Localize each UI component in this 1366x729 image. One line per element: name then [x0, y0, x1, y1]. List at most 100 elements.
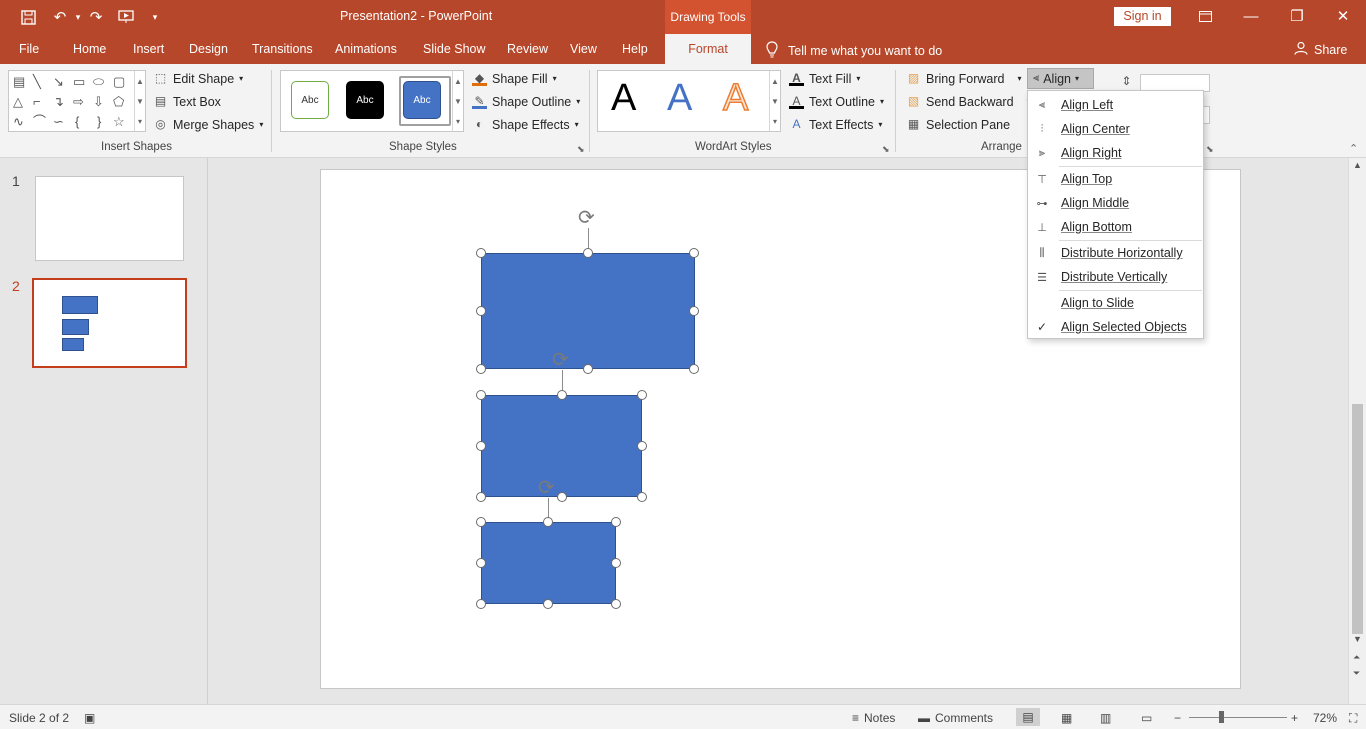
bring-forward-button[interactable]: ▨ Bring Forward ▾ — [906, 71, 1022, 86]
close-icon[interactable]: ✕ — [1332, 6, 1354, 26]
scroll-down-icon[interactable]: ▼ — [1353, 634, 1362, 644]
fit-to-window-icon[interactable]: ⛶ — [1349, 711, 1357, 726]
shapes-gallery[interactable]: ▤ ╲ ↘ ▭ ⬭ ▢ △ ⌐ ↴ ⇨ ⇩ ⬠ ∿ ⌒ ∽ { } ☆ ▲ ▼ ▾ — [8, 70, 146, 132]
tab-help[interactable]: Help — [622, 42, 648, 56]
oval-shape-icon[interactable]: ⬭ — [93, 75, 104, 88]
textbox-shape-icon[interactable]: ▤ — [13, 75, 25, 88]
triangle-shape-icon[interactable]: △ — [13, 95, 23, 108]
zoom-slider-knob[interactable] — [1219, 711, 1224, 723]
rotate-handle-icon[interactable]: ⟳ — [578, 208, 595, 228]
menu-item-align-middle[interactable]: ⊶ Align Middle — [1028, 191, 1203, 215]
shape-effects-button[interactable]: ◐ Shape Effects ▾ — [472, 117, 579, 132]
menu-item-align-left[interactable]: ⫷ Align Left — [1028, 93, 1203, 117]
resize-handle[interactable] — [476, 306, 486, 316]
align-button[interactable]: ⫷ Align ▾ — [1027, 68, 1094, 89]
text-effects-button[interactable]: A Text Effects ▾ — [789, 117, 882, 132]
resize-handle[interactable] — [476, 558, 486, 568]
freeform-shape-icon[interactable]: ⬠ — [113, 95, 124, 108]
customize-qat-icon[interactable]: ▾ — [145, 7, 165, 27]
dialog-launcher-icon[interactable]: ⬊ — [882, 144, 890, 155]
slide-sorter-icon[interactable]: ▦ — [1061, 711, 1072, 725]
resize-handle[interactable] — [689, 306, 699, 316]
menu-item-distribute-horizontally[interactable]: ⫼ Distribute Horizontally — [1028, 241, 1203, 265]
zoom-slider[interactable] — [1189, 717, 1287, 718]
arrow-line-shape-icon[interactable]: ↘ — [53, 75, 64, 88]
resize-handle[interactable] — [557, 390, 567, 400]
shape-fill-button[interactable]: ◆ Shape Fill ▾ — [472, 71, 557, 86]
text-box-button[interactable]: ▤ Text Box — [153, 94, 221, 109]
rectangle-shape-1[interactable] — [481, 253, 695, 369]
resize-handle[interactable] — [476, 248, 486, 258]
undo-icon[interactable]: ↶ — [50, 7, 70, 27]
elbow-connector-icon[interactable]: ⌐ — [33, 95, 41, 108]
slide-thumbnail-2[interactable] — [32, 278, 187, 368]
shape-style-outline[interactable]: Abc — [291, 81, 329, 119]
resize-handle[interactable] — [637, 441, 647, 451]
scroll-up-icon[interactable]: ▲ — [1353, 160, 1362, 170]
wordart-blue[interactable]: A — [667, 79, 692, 117]
zoom-level[interactable]: 72% — [1313, 711, 1337, 725]
shape-styles-scroll[interactable]: ▲ ▼ ▾ — [452, 71, 463, 131]
text-outline-button[interactable]: A Text Outline ▾ — [789, 94, 884, 109]
shape-styles-gallery[interactable]: Abc Abc Abc ▲ ▼ ▾ — [280, 70, 464, 132]
resize-handle[interactable] — [689, 248, 699, 258]
minimize-icon[interactable]: — — [1240, 6, 1262, 26]
redo-icon[interactable]: ↷ — [86, 7, 106, 27]
rotate-handle-icon[interactable]: ⟳ — [538, 478, 555, 498]
resize-handle[interactable] — [476, 441, 486, 451]
rectangle-shape-3[interactable] — [481, 522, 616, 604]
tab-transitions[interactable]: Transitions — [252, 42, 313, 56]
resize-handle[interactable] — [476, 517, 486, 527]
vertical-scrollbar[interactable]: ▲ ▼ ⏶ ⏷ — [1348, 158, 1366, 704]
right-brace-icon[interactable]: } — [97, 115, 101, 128]
slide-show-icon[interactable]: ▭ — [1141, 711, 1152, 725]
tab-view[interactable]: View — [570, 42, 597, 56]
resize-handle[interactable] — [557, 492, 567, 502]
reading-view-icon[interactable]: ▥ — [1100, 711, 1111, 725]
dialog-launcher-icon[interactable]: ⬊ — [577, 144, 585, 155]
zoom-out-icon[interactable]: − — [1174, 711, 1181, 725]
resize-handle[interactable] — [637, 492, 647, 502]
share-button[interactable]: Share — [1294, 41, 1347, 58]
rectangle-shape-icon[interactable]: ▭ — [73, 75, 85, 88]
scribble-shape-icon[interactable]: ∿ — [13, 115, 24, 128]
menu-item-align-to-slide[interactable]: Align to Slide — [1028, 291, 1203, 315]
rounded-rectangle-shape-icon[interactable]: ▢ — [113, 75, 125, 88]
tab-design[interactable]: Design — [189, 42, 228, 56]
resize-handle[interactable] — [476, 364, 486, 374]
tab-home[interactable]: Home — [73, 42, 106, 56]
merge-shapes-button[interactable]: ◎ Merge Shapes ▾ — [153, 117, 263, 132]
menu-item-align-selected-objects[interactable]: ✓ Align Selected Objects — [1028, 315, 1203, 339]
wordart-orange-outline[interactable]: A — [722, 78, 749, 118]
resize-handle[interactable] — [476, 599, 486, 609]
comments-button[interactable]: ▬ Comments — [918, 711, 993, 725]
menu-item-align-top[interactable]: ⊤ Align Top — [1028, 167, 1203, 191]
restore-icon[interactable]: ❐ — [1286, 6, 1308, 26]
size-dialog-launcher-icon[interactable]: ⬊ — [1206, 144, 1214, 155]
left-brace-icon[interactable]: { — [75, 115, 79, 128]
menu-item-align-right[interactable]: ⫸ Align Right — [1028, 141, 1203, 165]
shape-outline-button[interactable]: ✎ Shape Outline ▾ — [472, 94, 580, 109]
menu-item-align-center[interactable]: ⫶ Align Center — [1028, 117, 1203, 141]
slide-thumbnail-1[interactable] — [35, 176, 184, 261]
save-icon[interactable] — [18, 7, 38, 27]
elbow-arrow-icon[interactable]: ↴ — [53, 95, 64, 108]
scrollbar-thumb[interactable] — [1352, 404, 1363, 634]
rectangle-shape-2[interactable] — [481, 395, 642, 497]
send-backward-button[interactable]: ▧Send Backward▾ — [906, 94, 1031, 109]
resize-handle[interactable] — [543, 517, 553, 527]
line-shape-icon[interactable]: ╲ — [33, 75, 41, 88]
resize-handle[interactable] — [583, 248, 593, 258]
ribbon-display-options-icon[interactable] — [1194, 6, 1216, 26]
resize-handle[interactable] — [543, 599, 553, 609]
wordart-black[interactable]: A — [611, 79, 636, 117]
next-slide-icon[interactable]: ⏷ — [1353, 668, 1360, 679]
resize-handle[interactable] — [611, 599, 621, 609]
collapse-ribbon-icon[interactable]: ⌃ — [1349, 142, 1358, 155]
star-shape-icon[interactable]: ☆ — [113, 115, 125, 128]
normal-view-icon[interactable]: ▤ — [1016, 708, 1040, 726]
wordart-gallery[interactable]: A A A ▲ ▼ ▾ — [597, 70, 781, 132]
notes-button[interactable]: ≡ Notes — [852, 711, 895, 725]
accessibility-icon[interactable]: ▣ — [84, 711, 95, 725]
arc-shape-icon[interactable]: ⌒ — [33, 115, 46, 128]
